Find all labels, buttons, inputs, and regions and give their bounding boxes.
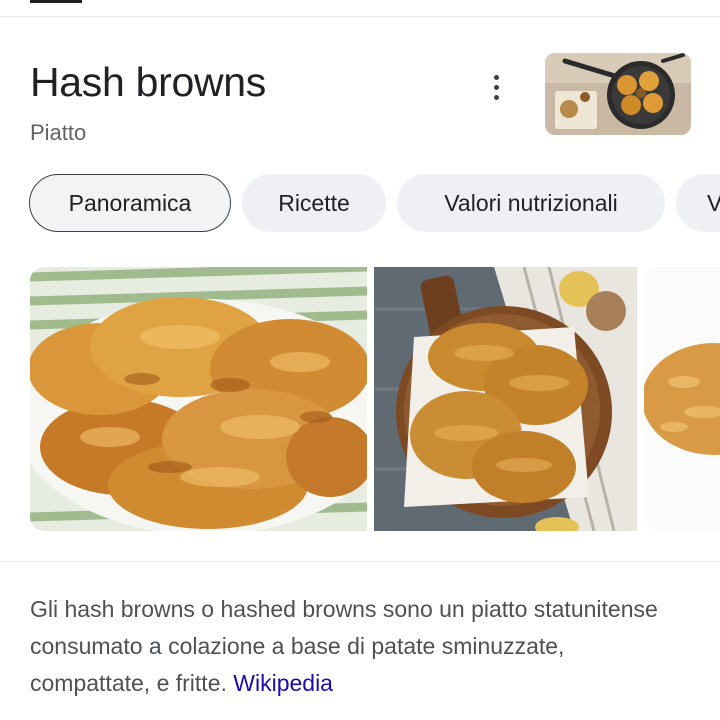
section-divider xyxy=(0,561,720,562)
tab-label: V xyxy=(707,189,720,216)
gallery-image-1[interactable] xyxy=(30,267,367,531)
wikipedia-source-link[interactable]: Wikipedia xyxy=(233,670,333,696)
more-options-button[interactable] xyxy=(480,70,512,104)
tab-chips-row: Panoramica Ricette Valori nutrizionali V xyxy=(0,174,720,232)
header-thumbnail-image[interactable] xyxy=(545,53,691,135)
tab-ricette[interactable]: Ricette xyxy=(242,174,386,232)
tab-label: Ricette xyxy=(278,189,350,216)
entity-description: Gli hash browns o hashed browns sono un … xyxy=(30,591,690,702)
hash-browns-board-image xyxy=(374,267,637,531)
gallery-image-3[interactable] xyxy=(644,267,720,531)
gallery-image-2[interactable] xyxy=(374,267,637,531)
tab-valori-nutrizionali[interactable]: Valori nutrizionali xyxy=(397,174,665,232)
hash-browns-plate-image xyxy=(30,267,367,531)
tab-label: Valori nutrizionali xyxy=(444,189,618,216)
entity-type-label: Piatto xyxy=(30,120,87,145)
tab-panoramica[interactable]: Panoramica xyxy=(29,174,231,232)
top-tab-indicator xyxy=(30,0,82,3)
image-gallery xyxy=(30,267,720,531)
page-title: Hash browns xyxy=(30,59,266,105)
tab-label: Panoramica xyxy=(68,189,192,216)
top-divider xyxy=(0,16,720,17)
hash-browns-single-image xyxy=(644,267,720,531)
more-vertical-icon xyxy=(493,74,499,80)
hash-browns-pan-image xyxy=(545,53,691,135)
description-text: Gli hash browns o hashed browns sono un … xyxy=(30,596,658,696)
tab-partial[interactable]: V xyxy=(676,174,720,232)
